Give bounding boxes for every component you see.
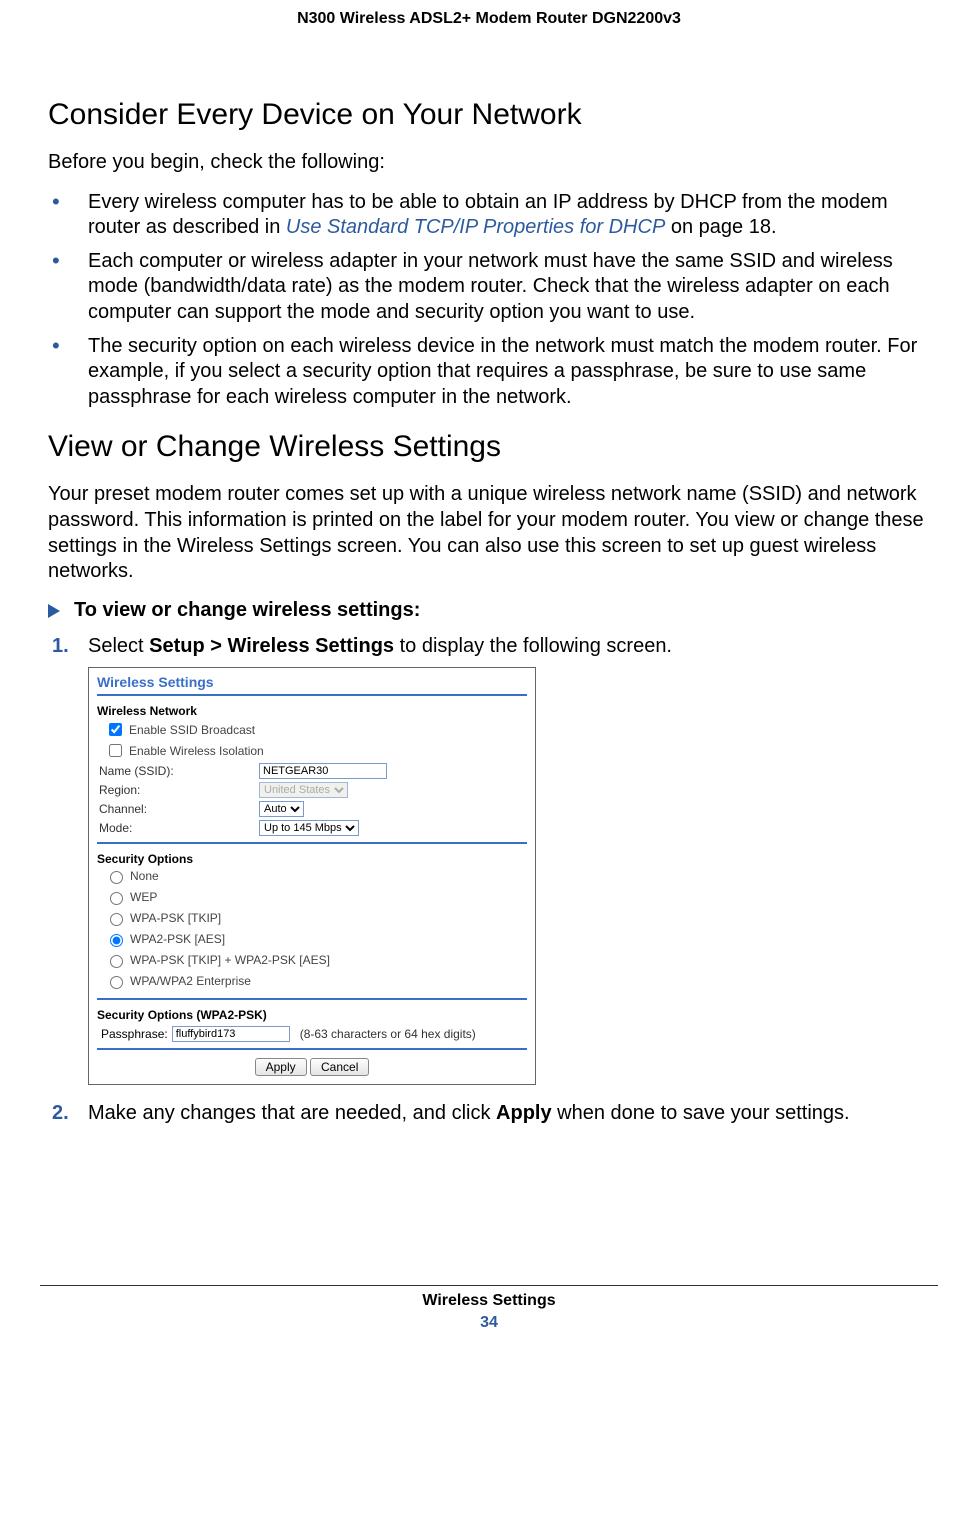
step-item: 2. Make any changes that are needed, and… [48,1101,930,1127]
step-text: to display the following screen. [394,635,672,657]
step-text: Select [88,635,149,657]
step-item: 1. Select Setup > Wireless Settings to d… [48,634,930,660]
mode-select[interactable]: Up to 145 Mbps [259,820,359,836]
triangle-right-icon [48,604,60,618]
intro-text: Your preset modem router comes set up wi… [48,482,930,584]
region-select: United States [259,782,348,798]
security-radios: None WEP WPA-PSK [TKIP] WPA2-PSK [AES] W… [105,868,527,992]
radio-wep[interactable]: WEP [105,889,157,905]
steps-list: 1. Select Setup > Wireless Settings to d… [48,634,930,660]
radio-none[interactable]: None [105,868,159,884]
footer-title: Wireless Settings [40,1292,938,1310]
bullet-marker-icon: • [52,249,60,273]
running-header: N300 Wireless ADSL2+ Modem Router DGN220… [48,10,930,28]
enable-ssid-checkbox[interactable]: Enable SSID Broadcast [105,720,255,739]
radio-wpa2-aes[interactable]: WPA2-PSK [AES] [105,931,225,947]
passphrase-input[interactable] [172,1026,290,1042]
page-number: 34 [40,1314,938,1332]
ssid-label: Name (SSID): [99,764,259,778]
bullet-text: The security option on each wireless dev… [88,335,917,408]
enable-isolation-checkbox[interactable]: Enable Wireless Isolation [105,741,264,760]
step-text: Make any changes that are needed, and cl… [88,1102,496,1124]
channel-select[interactable]: Auto [259,801,304,817]
mode-label: Mode: [99,821,259,835]
bullet-text: Each computer or wireless adapter in you… [88,250,893,323]
steps-list: 2. Make any changes that are needed, and… [48,1101,930,1127]
apply-label-bold: Apply [496,1102,552,1124]
enable-isolation-input[interactable] [109,744,122,757]
checkbox-label: Enable SSID Broadcast [129,723,255,737]
enable-ssid-input[interactable] [109,723,122,736]
wireless-settings-panel: Wireless Settings Wireless Network Enabl… [88,667,536,1085]
section-heading-view: View or Change Wireless Settings [48,430,930,464]
step-number: 2. [52,1101,69,1127]
group-wireless-network: Wireless Network [97,704,527,718]
step-number: 1. [52,634,69,660]
bullet-text: on page 18. [665,216,776,238]
checkbox-label: Enable Wireless Isolation [129,744,264,758]
radio-wpa-tkip[interactable]: WPA-PSK [TKIP] [105,910,221,926]
cancel-button[interactable]: Cancel [310,1058,369,1076]
bullet-list: • Every wireless computer has to be able… [48,190,930,411]
bullet-item: • Every wireless computer has to be able… [48,190,930,241]
section-heading-consider: Consider Every Device on Your Network [48,98,930,132]
channel-label: Channel: [99,802,259,816]
bullet-item: • Each computer or wireless adapter in y… [48,249,930,326]
bullet-marker-icon: • [52,190,60,214]
link-dhcp[interactable]: Use Standard TCP/IP Properties for DHCP [286,216,665,238]
passphrase-hint: (8-63 characters or 64 hex digits) [300,1027,476,1041]
apply-button[interactable]: Apply [255,1058,307,1076]
radio-wpa-both[interactable]: WPA-PSK [TKIP] + WPA2-PSK [AES] [105,952,330,968]
bullet-item: • The security option on each wireless d… [48,334,930,411]
procedure-heading: To view or change wireless settings: [48,599,930,622]
passphrase-label: Passphrase: [101,1027,168,1041]
menu-path: Setup > Wireless Settings [149,635,394,657]
intro-text: Before you begin, check the following: [48,150,930,176]
radio-wpa-enterprise[interactable]: WPA/WPA2 Enterprise [105,973,251,989]
region-label: Region: [99,783,259,797]
group-security-options: Security Options [97,852,527,866]
procedure-title: To view or change wireless settings: [74,599,420,621]
bullet-marker-icon: • [52,334,60,358]
page-footer: Wireless Settings 34 [40,1285,938,1332]
step-text: when done to save your settings. [552,1102,850,1124]
panel-title: Wireless Settings [97,674,527,696]
ssid-input[interactable] [259,763,387,779]
group-security-wpa2: Security Options (WPA2-PSK) [97,1008,527,1022]
